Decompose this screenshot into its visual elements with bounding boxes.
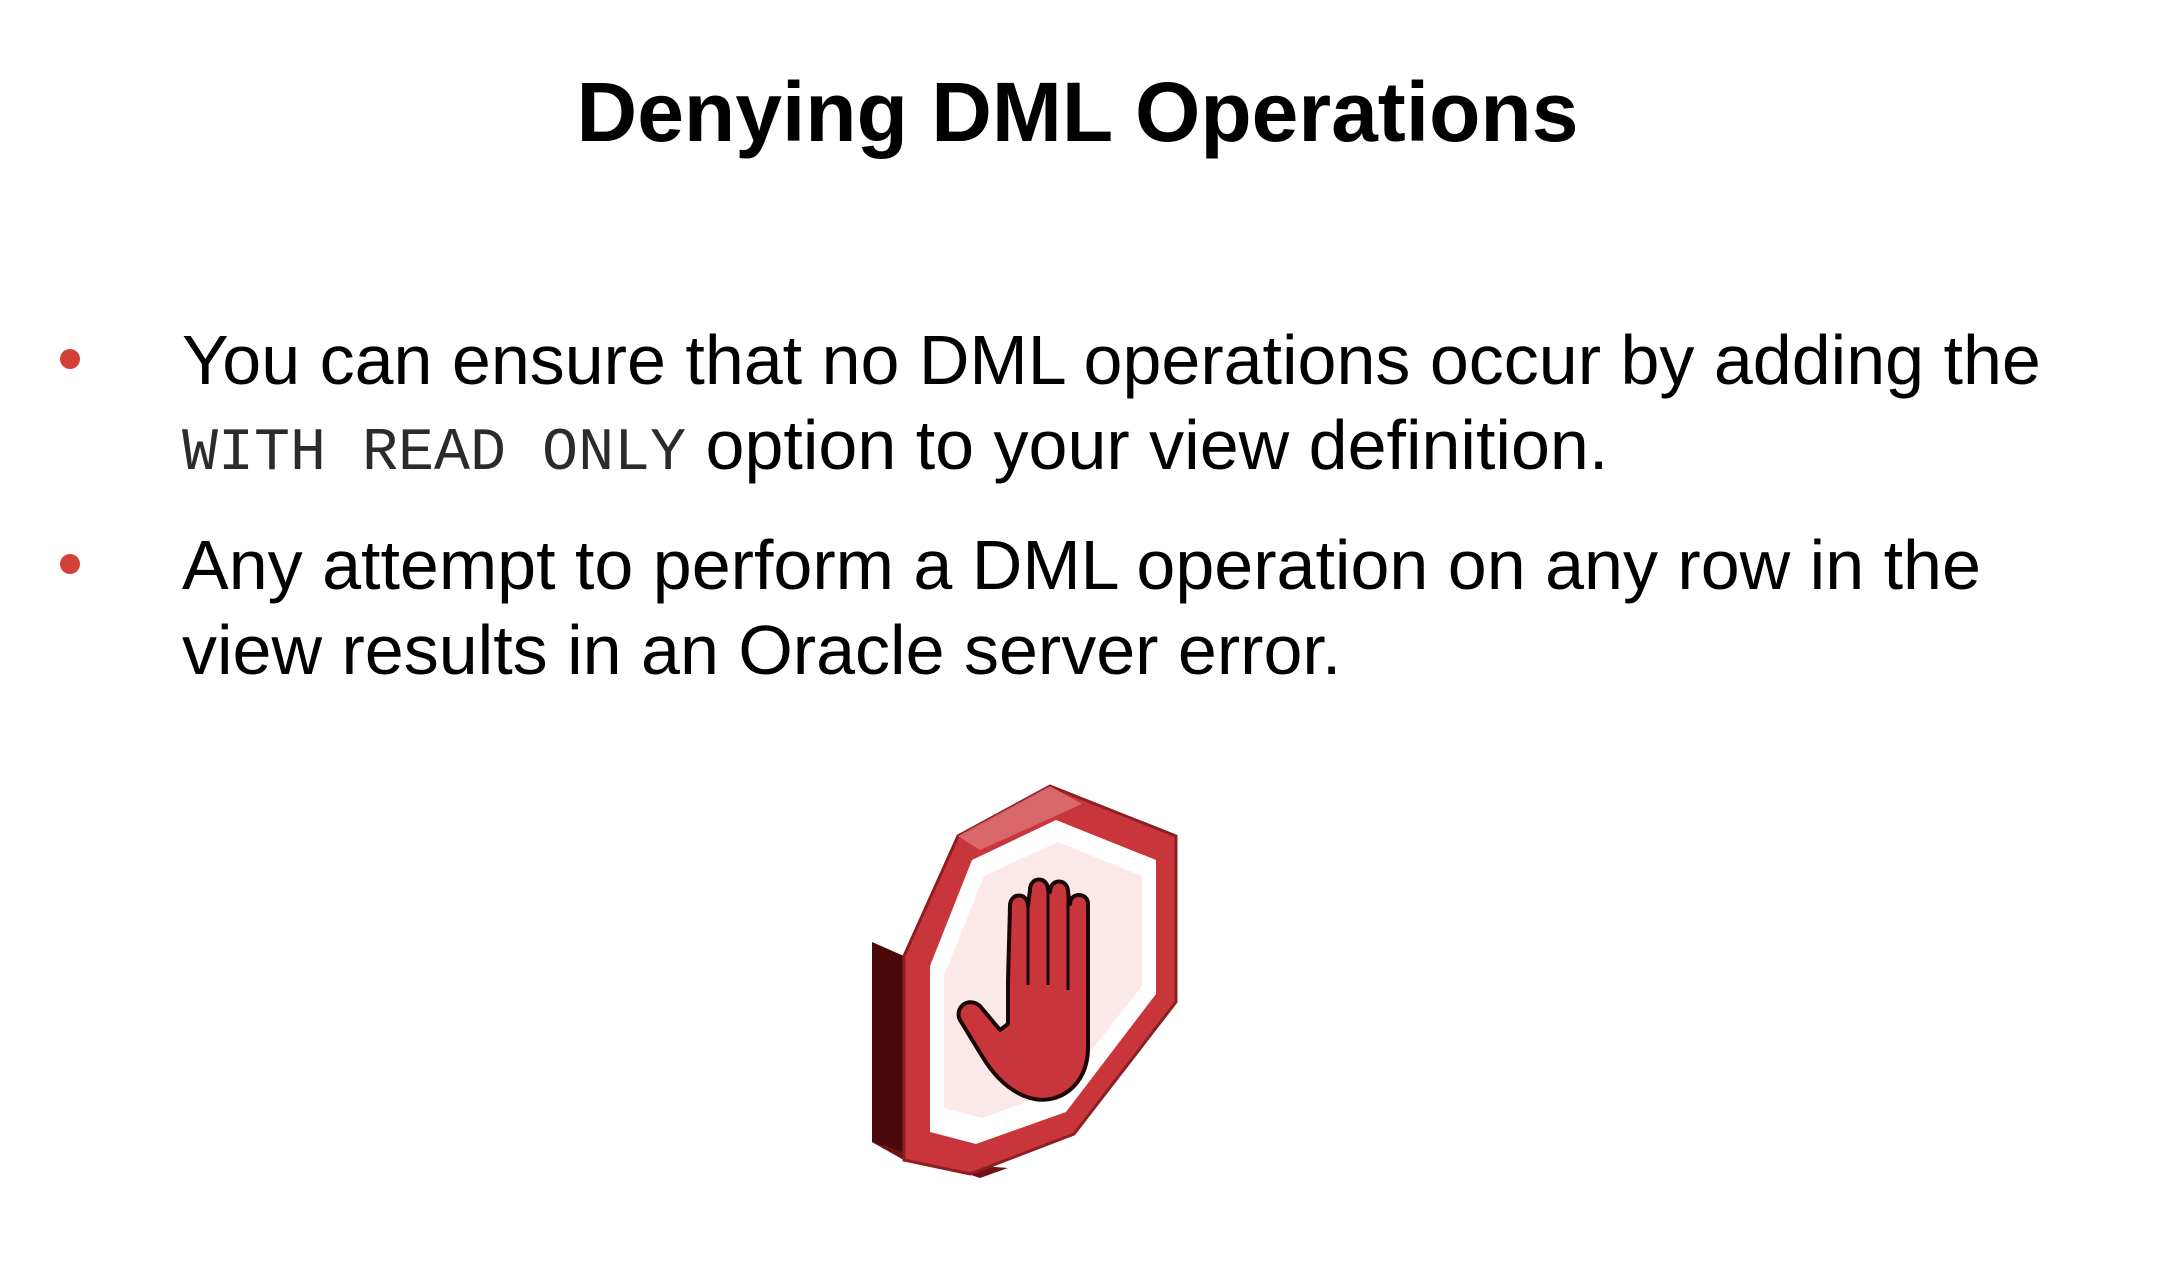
bullet-item-server-error: Any attempt to perform a DML operation o… xyxy=(0,523,2180,693)
slide-title: Denying DML Operations xyxy=(576,65,1579,159)
slide: Denying DML Operations You can ensure th… xyxy=(0,0,2180,1262)
bullet-dot-icon xyxy=(60,349,80,369)
bullet-item-read-only: You can ensure that no DML operations oc… xyxy=(0,318,2180,497)
code-keyword: WITH READ ONLY xyxy=(182,420,687,488)
bullet-text: Any attempt to perform a DML operation o… xyxy=(182,526,1981,689)
bullet-dot-icon xyxy=(60,554,80,574)
bullet-text-before: You can ensure that no DML operations oc… xyxy=(182,321,2041,399)
bullet-text-after: option to your view definition. xyxy=(686,406,1609,484)
sign-side-face xyxy=(872,942,904,1160)
bullet-list: You can ensure that no DML operations oc… xyxy=(0,318,2180,719)
stop-hand-icon xyxy=(872,784,1178,1178)
